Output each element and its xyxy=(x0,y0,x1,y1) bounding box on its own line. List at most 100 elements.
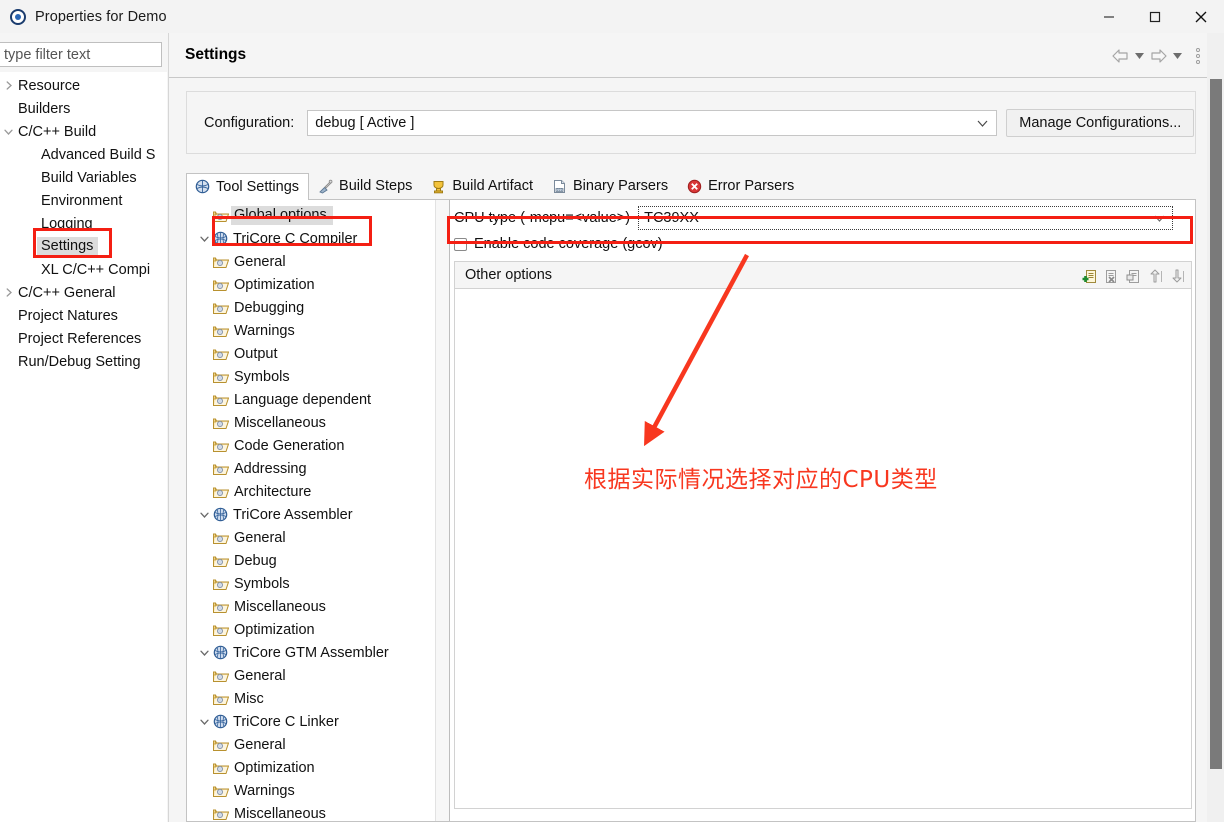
tool-option-misc[interactable]: Misc xyxy=(187,687,449,710)
tool-option-label: Output xyxy=(234,345,278,362)
tool-option-warnings[interactable]: Warnings xyxy=(187,779,449,802)
tool-option-general[interactable]: General xyxy=(187,250,449,273)
chevron-right-icon[interactable] xyxy=(0,288,17,297)
tool-option-warnings[interactable]: Warnings xyxy=(187,319,449,342)
sidebar-item-run-debug-setting[interactable]: Run/Debug Setting xyxy=(0,350,167,373)
dialog-scrollbar-track[interactable] xyxy=(1207,33,1224,822)
tool-option-language-dependent[interactable]: Language dependent xyxy=(187,388,449,411)
chevron-down-icon[interactable] xyxy=(195,719,213,725)
minimize-icon[interactable] xyxy=(1086,0,1132,33)
maximize-icon[interactable] xyxy=(1132,0,1178,33)
tool-option-label: General xyxy=(234,736,286,753)
dialog-scrollbar-thumb[interactable] xyxy=(1210,79,1222,769)
chevron-down-icon[interactable] xyxy=(195,512,213,518)
folder-icon xyxy=(213,600,229,614)
add-option-icon[interactable] xyxy=(1081,268,1097,284)
sidebar-item-build-variables[interactable]: Build Variables xyxy=(0,166,167,189)
tab-build-steps[interactable]: Build Steps xyxy=(309,172,422,199)
tool-options-tree[interactable]: Global options TriCore C Compiler General O… xyxy=(187,200,450,821)
forward-history-chevron-down-icon[interactable] xyxy=(1170,46,1184,66)
tab-error-parsers[interactable]: Error Parsers xyxy=(678,172,804,199)
tool-option-debug[interactable]: Debug xyxy=(187,549,449,572)
tool-option-debugging[interactable]: Debugging xyxy=(187,296,449,319)
view-menu-icon[interactable] xyxy=(1190,43,1206,69)
tool-option-optimization[interactable]: Optimization xyxy=(187,273,449,296)
settings-tab-bar[interactable]: Tool Settings Build Steps Build Artifact 01… xyxy=(186,173,1196,200)
tool-option-general[interactable]: General xyxy=(187,733,449,756)
chevron-down-icon[interactable] xyxy=(195,236,213,242)
sidebar-item-environment[interactable]: Environment xyxy=(0,189,167,212)
chevron-down-icon[interactable] xyxy=(195,650,213,656)
tool-option-symbols[interactable]: Symbols xyxy=(187,365,449,388)
tool-option-miscellaneous[interactable]: Miscellaneous xyxy=(187,411,449,434)
tool-option-code-generation[interactable]: Code Generation xyxy=(187,434,449,457)
tool-option-addressing[interactable]: Addressing xyxy=(187,457,449,480)
sidebar-item-c-c-general[interactable]: C/C++ General xyxy=(0,281,167,304)
tool-option-miscellaneous[interactable]: Miscellaneous xyxy=(187,802,449,821)
tool-option-architecture[interactable]: Architecture xyxy=(187,480,449,503)
sidebar-item-resource[interactable]: Resource xyxy=(0,74,167,97)
back-arrow-icon[interactable] xyxy=(1110,46,1130,66)
code-coverage-checkbox[interactable] xyxy=(454,237,467,251)
delete-option-icon[interactable] xyxy=(1103,268,1119,284)
tab-build-artifact[interactable]: Build Artifact xyxy=(422,172,543,199)
code-coverage-row[interactable]: Enable code coverage (gcov) xyxy=(454,236,663,252)
sidebar-item-project-references[interactable]: Project References xyxy=(0,327,167,350)
search-input[interactable] xyxy=(0,46,161,63)
tool-option-optimization[interactable]: Optimization xyxy=(187,756,449,779)
manage-configurations-button[interactable]: Manage Configurations... xyxy=(1006,108,1195,137)
tool-option-tricore-assembler[interactable]: TriCore Assembler xyxy=(187,503,449,526)
tool-option-output[interactable]: Output xyxy=(187,342,449,365)
chevron-down-icon xyxy=(1154,209,1165,227)
folder-icon xyxy=(213,784,229,798)
sidebar-item-advanced-build-s[interactable]: Advanced Build S xyxy=(0,143,167,166)
edit-option-icon[interactable] xyxy=(1125,268,1141,284)
tool-option-label: General xyxy=(234,253,286,270)
tool-option-tricore-gtm-assembler[interactable]: TriCore GTM Assembler xyxy=(187,641,449,664)
sidebar-item-c-c-build[interactable]: C/C++ Build xyxy=(0,120,167,143)
tool-option-general[interactable]: General xyxy=(187,664,449,687)
sidebar-item-label: Project Natures xyxy=(18,307,118,324)
move-down-icon[interactable] xyxy=(1169,268,1185,284)
cpu-type-select[interactable]: TC39XX xyxy=(638,206,1174,230)
tool-option-symbols[interactable]: Symbols xyxy=(187,572,449,595)
tool-option-label: Miscellaneous xyxy=(234,414,326,431)
forward-arrow-icon[interactable] xyxy=(1148,46,1168,66)
cpu-type-value: TC39XX xyxy=(644,210,699,226)
tool-icon xyxy=(213,645,228,660)
sidebar-item-logging[interactable]: Logging xyxy=(0,212,167,235)
chevron-right-icon[interactable] xyxy=(0,81,17,90)
chevron-down-icon[interactable] xyxy=(0,129,17,135)
chevron-down-icon xyxy=(977,114,988,132)
properties-dialog: Properties for Demo Resource Builders C/C+… xyxy=(0,0,1224,822)
tool-option-optimization[interactable]: Optimization xyxy=(187,618,449,641)
properties-nav-tree[interactable]: Resource Builders C/C++ Build Advanced Buil… xyxy=(0,72,167,822)
tab-binary-parsers[interactable]: 010 Binary Parsers xyxy=(543,172,678,199)
move-up-icon[interactable] xyxy=(1147,268,1163,284)
title-bar: Properties for Demo xyxy=(0,0,1224,33)
sidebar-item-xl-c-c-compi[interactable]: XL C/C++ Compi xyxy=(0,258,167,281)
tool-option-global-options[interactable]: Global options xyxy=(187,204,449,227)
tool-options-tree-scrollbar[interactable] xyxy=(435,200,449,821)
tool-option-tricore-c-linker[interactable]: TriCore C Linker xyxy=(187,710,449,733)
folder-icon xyxy=(213,577,229,591)
back-history-chevron-down-icon[interactable] xyxy=(1132,46,1146,66)
sidebar-item-builders[interactable]: Builders xyxy=(0,97,167,120)
configuration-select[interactable]: debug [ Active ] xyxy=(307,109,998,136)
filter-box[interactable] xyxy=(0,42,162,67)
tab-tool-settings[interactable]: Tool Settings xyxy=(186,173,310,200)
folder-icon xyxy=(213,393,229,407)
tool-option-miscellaneous[interactable]: Miscellaneous xyxy=(187,595,449,618)
sidebar-item-label: XL C/C++ Compi xyxy=(41,261,151,278)
close-icon[interactable] xyxy=(1178,0,1224,33)
sidebar-item-label: Build Variables xyxy=(41,169,137,186)
folder-icon xyxy=(213,370,229,384)
eclipse-properties-icon xyxy=(10,8,26,25)
other-options-list[interactable] xyxy=(454,289,1192,809)
sidebar-item-settings[interactable]: Settings xyxy=(0,235,167,258)
tool-option-general[interactable]: General xyxy=(187,526,449,549)
sidebar-item-label: Settings xyxy=(37,237,99,256)
tool-option-tricore-c-compiler[interactable]: TriCore C Compiler xyxy=(187,227,449,250)
sidebar-item-project-natures[interactable]: Project Natures xyxy=(0,304,167,327)
cpu-type-label: CPU type (-mcpu=<value>) xyxy=(454,210,631,226)
